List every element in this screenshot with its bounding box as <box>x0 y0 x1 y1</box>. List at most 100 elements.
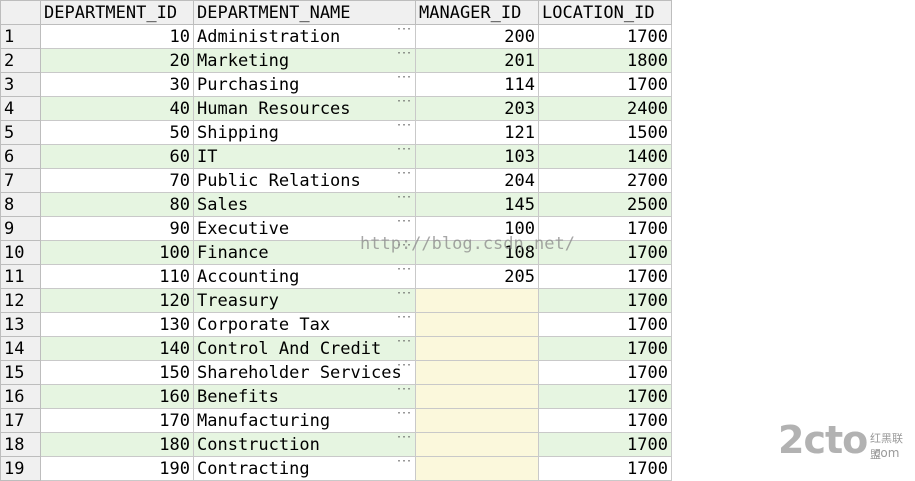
cell-editor-button[interactable]: ··· <box>396 146 412 156</box>
cell-department-id[interactable]: 130 <box>40 312 194 337</box>
cell-department-name[interactable]: Benefits ··· <box>193 384 416 409</box>
cell-editor-button[interactable]: ··· <box>396 386 412 396</box>
table-row[interactable]: 8 80 Sales ··· 145 2500 <box>0 192 672 217</box>
cell-editor-button[interactable]: ··· <box>396 434 412 444</box>
cell-editor-button[interactable]: ··· <box>396 26 412 36</box>
cell-department-id[interactable]: 160 <box>40 384 194 409</box>
cell-editor-button[interactable]: ··· <box>396 218 412 228</box>
cell-manager-id[interactable] <box>415 360 539 385</box>
cell-department-name[interactable]: Accounting ··· <box>193 264 416 289</box>
row-number[interactable]: 12 <box>0 288 41 313</box>
column-header-location-id[interactable]: LOCATION_ID <box>538 0 672 25</box>
cell-manager-id[interactable]: 114 <box>415 72 539 97</box>
cell-department-name[interactable]: Marketing ··· <box>193 48 416 73</box>
cell-location-id[interactable]: 1400 <box>538 144 672 169</box>
table-row[interactable]: 15 150 Shareholder Services ··· 1700 <box>0 360 672 385</box>
cell-manager-id[interactable] <box>415 456 539 481</box>
cell-editor-button[interactable]: ··· <box>396 122 412 132</box>
cell-editor-button[interactable]: ··· <box>396 50 412 60</box>
table-row[interactable]: 14 140 Control And Credit ··· 1700 <box>0 336 672 361</box>
column-header-department-id[interactable]: DEPARTMENT_ID <box>40 0 194 25</box>
cell-department-name[interactable]: Purchasing ··· <box>193 72 416 97</box>
cell-department-id[interactable]: 140 <box>40 336 194 361</box>
table-row[interactable]: 2 20 Marketing ··· 201 1800 <box>0 48 672 73</box>
row-number[interactable]: 11 <box>0 264 41 289</box>
row-number[interactable]: 15 <box>0 360 41 385</box>
cell-department-id[interactable]: 80 <box>40 192 194 217</box>
row-number[interactable]: 6 <box>0 144 41 169</box>
cell-location-id[interactable]: 2700 <box>538 168 672 193</box>
cell-manager-id[interactable] <box>415 408 539 433</box>
row-number[interactable]: 13 <box>0 312 41 337</box>
table-row[interactable]: 5 50 Shipping ··· 121 1500 <box>0 120 672 145</box>
cell-manager-id[interactable]: 203 <box>415 96 539 121</box>
column-header-department-name[interactable]: DEPARTMENT_NAME <box>193 0 416 25</box>
cell-location-id[interactable]: 1700 <box>538 24 672 49</box>
corner-cell[interactable] <box>0 0 41 25</box>
cell-department-id[interactable]: 10 <box>40 24 194 49</box>
row-number[interactable]: 18 <box>0 432 41 457</box>
table-row[interactable]: 11 110 Accounting ··· 205 1700 <box>0 264 672 289</box>
cell-department-name[interactable]: Shareholder Services ··· <box>193 360 416 385</box>
cell-editor-button[interactable]: ··· <box>396 266 412 276</box>
row-number[interactable]: 5 <box>0 120 41 145</box>
cell-editor-button[interactable]: ··· <box>396 362 412 372</box>
cell-location-id[interactable]: 1700 <box>538 408 672 433</box>
table-row[interactable]: 18 180 Construction ··· 1700 <box>0 432 672 457</box>
row-number[interactable]: 7 <box>0 168 41 193</box>
cell-editor-button[interactable]: ··· <box>396 194 412 204</box>
cell-department-id[interactable]: 90 <box>40 216 194 241</box>
row-number[interactable]: 3 <box>0 72 41 97</box>
row-number[interactable]: 8 <box>0 192 41 217</box>
cell-department-name[interactable]: Manufacturing ··· <box>193 408 416 433</box>
cell-department-name[interactable]: Public Relations ··· <box>193 168 416 193</box>
table-row[interactable]: 1 10 Administration ··· 200 1700 <box>0 24 672 49</box>
cell-manager-id[interactable] <box>415 336 539 361</box>
cell-department-id[interactable]: 170 <box>40 408 194 433</box>
cell-department-id[interactable]: 120 <box>40 288 194 313</box>
cell-department-name[interactable]: Control And Credit ··· <box>193 336 416 361</box>
cell-department-id[interactable]: 100 <box>40 240 194 265</box>
cell-department-id[interactable]: 60 <box>40 144 194 169</box>
cell-department-id[interactable]: 50 <box>40 120 194 145</box>
cell-editor-button[interactable]: ··· <box>396 74 412 84</box>
cell-location-id[interactable]: 1700 <box>538 456 672 481</box>
cell-department-id[interactable]: 110 <box>40 264 194 289</box>
row-number[interactable]: 17 <box>0 408 41 433</box>
table-row[interactable]: 19 190 Contracting ··· 1700 <box>0 456 672 481</box>
cell-location-id[interactable]: 1800 <box>538 48 672 73</box>
table-row[interactable]: 4 40 Human Resources ··· 203 2400 <box>0 96 672 121</box>
cell-department-name[interactable]: IT ··· <box>193 144 416 169</box>
cell-department-id[interactable]: 180 <box>40 432 194 457</box>
cell-location-id[interactable]: 1700 <box>538 432 672 457</box>
row-number[interactable]: 19 <box>0 456 41 481</box>
cell-location-id[interactable]: 1700 <box>538 288 672 313</box>
cell-editor-button[interactable]: ··· <box>396 338 412 348</box>
cell-manager-id[interactable]: 205 <box>415 264 539 289</box>
cell-department-name[interactable]: Corporate Tax ··· <box>193 312 416 337</box>
cell-department-name[interactable]: Construction ··· <box>193 432 416 457</box>
row-number[interactable]: 10 <box>0 240 41 265</box>
cell-editor-button[interactable]: ··· <box>396 410 412 420</box>
cell-editor-button[interactable]: ··· <box>396 170 412 180</box>
table-row[interactable]: 7 70 Public Relations ··· 204 2700 <box>0 168 672 193</box>
cell-manager-id[interactable] <box>415 384 539 409</box>
cell-location-id[interactable]: 1700 <box>538 336 672 361</box>
row-number[interactable]: 2 <box>0 48 41 73</box>
cell-location-id[interactable]: 2500 <box>538 192 672 217</box>
cell-location-id[interactable]: 1700 <box>538 312 672 337</box>
cell-department-id[interactable]: 20 <box>40 48 194 73</box>
row-number[interactable]: 1 <box>0 24 41 49</box>
table-row[interactable]: 12 120 Treasury ··· 1700 <box>0 288 672 313</box>
cell-location-id[interactable]: 1700 <box>538 384 672 409</box>
row-number[interactable]: 9 <box>0 216 41 241</box>
cell-editor-button[interactable]: ··· <box>396 458 412 468</box>
cell-department-id[interactable]: 150 <box>40 360 194 385</box>
cell-manager-id[interactable] <box>415 432 539 457</box>
cell-editor-button[interactable]: ··· <box>396 290 412 300</box>
cell-department-name[interactable]: Shipping ··· <box>193 120 416 145</box>
cell-location-id[interactable]: 1700 <box>538 360 672 385</box>
row-number[interactable]: 16 <box>0 384 41 409</box>
table-row[interactable]: 17 170 Manufacturing ··· 1700 <box>0 408 672 433</box>
cell-manager-id[interactable]: 103 <box>415 144 539 169</box>
